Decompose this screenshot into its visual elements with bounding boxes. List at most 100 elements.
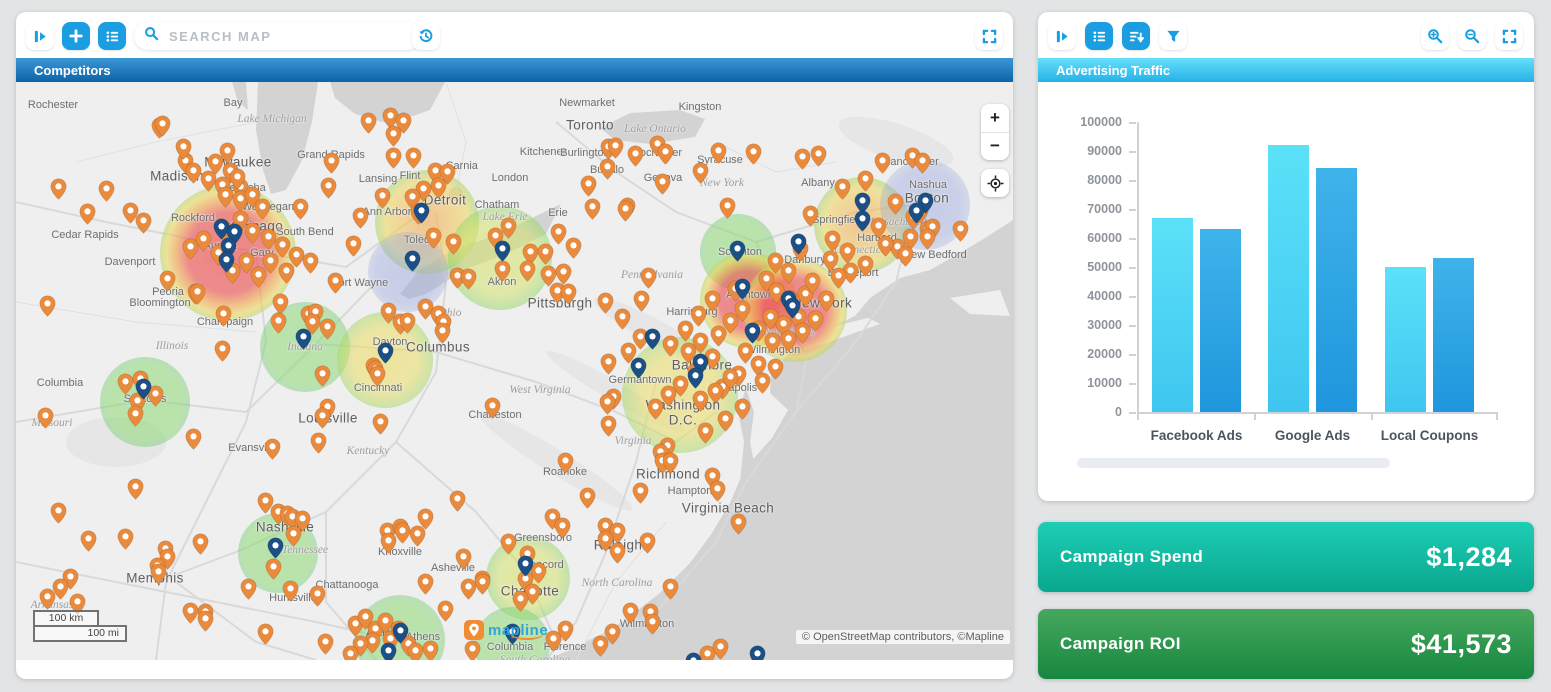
map-pin-orange[interactable]	[919, 228, 936, 250]
map-pin-orange[interactable]	[639, 532, 656, 554]
map-pin-orange[interactable]	[565, 237, 582, 259]
map-pin-orange[interactable]	[494, 260, 511, 282]
map-pin-orange[interactable]	[185, 162, 202, 184]
map-pin-orange[interactable]	[399, 312, 416, 334]
map-pin-orange[interactable]	[657, 143, 674, 165]
map-pin-orange[interactable]	[154, 115, 171, 137]
map-pin-blue[interactable]	[908, 202, 925, 224]
map-pin-orange[interactable]	[319, 318, 336, 340]
map-pin-orange[interactable]	[323, 152, 340, 174]
map-pin-orange[interactable]	[607, 137, 624, 159]
map-pin-orange[interactable]	[79, 203, 96, 225]
map-pin-blue[interactable]	[644, 328, 661, 350]
map-pin-orange[interactable]	[734, 398, 751, 420]
map-pin-blue[interactable]	[494, 240, 511, 262]
map-pin-orange[interactable]	[405, 147, 422, 169]
map-pin-orange[interactable]	[600, 415, 617, 437]
list-icon[interactable]	[98, 22, 126, 50]
map-pin-orange[interactable]	[710, 325, 727, 347]
map-pin-orange[interactable]	[257, 623, 274, 645]
map-pin-orange[interactable]	[455, 548, 472, 570]
map-pin-orange[interactable]	[309, 585, 326, 607]
map-pin-orange[interactable]	[662, 452, 679, 474]
zoom-in-icon[interactable]	[1421, 22, 1449, 50]
map-pin-orange[interactable]	[654, 173, 671, 195]
map-pin-blue[interactable]	[784, 297, 801, 319]
map-pin-orange[interactable]	[554, 517, 571, 539]
map-pin-orange[interactable]	[640, 267, 657, 289]
sidebar-toggle-icon[interactable]	[1048, 22, 1076, 50]
map-pin-orange[interactable]	[617, 200, 634, 222]
map-pin-orange[interactable]	[430, 177, 447, 199]
map-pin-orange[interactable]	[314, 365, 331, 387]
filter-icon[interactable]	[1159, 22, 1187, 50]
map-pin-orange[interactable]	[537, 243, 554, 265]
map-pin-orange[interactable]	[697, 422, 714, 444]
map-pin-blue[interactable]	[392, 622, 409, 644]
map-pin-orange[interactable]	[557, 620, 574, 642]
map-pin-blue[interactable]	[729, 240, 746, 262]
map-pin-orange[interactable]	[839, 242, 856, 264]
map-pin-orange[interactable]	[614, 308, 631, 330]
map-pin-orange[interactable]	[622, 602, 639, 624]
map-pin-orange[interactable]	[512, 590, 529, 612]
map-pin-orange[interactable]	[372, 413, 389, 435]
map-pin-orange[interactable]	[342, 645, 359, 660]
map-pin-orange[interactable]	[730, 513, 747, 535]
map-pin-blue[interactable]	[790, 233, 807, 255]
map-pin-orange[interactable]	[417, 573, 434, 595]
map-pin-blue[interactable]	[687, 367, 704, 389]
map-pin-orange[interactable]	[39, 295, 56, 317]
map-pin-orange[interactable]	[810, 145, 827, 167]
map-pin-orange[interactable]	[215, 305, 232, 327]
map-canvas[interactable]: RochesterBayLake MichiganMilwaukeeMadiso…	[16, 82, 1013, 660]
map-pin-blue[interactable]	[630, 357, 647, 379]
map-pin-orange[interactable]	[175, 138, 192, 160]
map-pin-orange[interactable]	[807, 310, 824, 332]
map-pin-orange[interactable]	[464, 640, 481, 660]
map-pin-orange[interactable]	[709, 480, 726, 502]
map-pin-orange[interactable]	[519, 260, 536, 282]
fullscreen-icon[interactable]	[975, 22, 1003, 50]
map-pin-orange[interactable]	[609, 542, 626, 564]
map-pin-blue[interactable]	[377, 342, 394, 364]
map-pin-orange[interactable]	[360, 112, 377, 134]
map-pin-orange[interactable]	[254, 198, 271, 220]
map-pin-blue[interactable]	[854, 210, 871, 232]
map-pin-orange[interactable]	[195, 230, 212, 252]
map-pin-orange[interactable]	[37, 407, 54, 429]
map-pin-orange[interactable]	[385, 147, 402, 169]
map-pin-orange[interactable]	[794, 148, 811, 170]
map-search[interactable]	[134, 22, 422, 50]
bar-facebook-ads-series-1[interactable]	[1152, 218, 1193, 412]
map-pin-orange[interactable]	[592, 635, 609, 657]
map-pin-orange[interactable]	[437, 600, 454, 622]
map-pin-orange[interactable]	[50, 502, 67, 524]
zoom-out-icon[interactable]	[1458, 22, 1486, 50]
map-pin-orange[interactable]	[270, 312, 287, 334]
map-pin-orange[interactable]	[98, 180, 115, 202]
map-pin-orange[interactable]	[887, 193, 904, 215]
map-pin-orange[interactable]	[500, 533, 517, 555]
map-pin-orange[interactable]	[425, 227, 442, 249]
chart-scrollbar[interactable]	[1077, 458, 1390, 468]
map-pin-orange[interactable]	[302, 252, 319, 274]
map-pin-orange[interactable]	[857, 255, 874, 277]
map-pin-orange[interactable]	[317, 633, 334, 655]
map-pin-orange[interactable]	[580, 175, 597, 197]
map-pin-orange[interactable]	[897, 245, 914, 267]
map-pin-orange[interactable]	[127, 405, 144, 427]
map-pin-orange[interactable]	[314, 407, 331, 429]
locate-button[interactable]	[981, 169, 1009, 197]
map-pin-orange[interactable]	[719, 197, 736, 219]
map-pin-orange[interactable]	[422, 640, 439, 660]
map-pin-orange[interactable]	[434, 322, 451, 344]
map-pin-orange[interactable]	[127, 478, 144, 500]
map-pin-blue[interactable]	[218, 251, 235, 273]
map-pin-orange[interactable]	[599, 158, 616, 180]
bar-facebook-ads-series-2[interactable]	[1200, 229, 1241, 412]
map-pin-orange[interactable]	[802, 205, 819, 227]
map-pin-orange[interactable]	[39, 588, 56, 610]
map-pin-orange[interactable]	[278, 262, 295, 284]
map-pin-blue[interactable]	[295, 328, 312, 350]
